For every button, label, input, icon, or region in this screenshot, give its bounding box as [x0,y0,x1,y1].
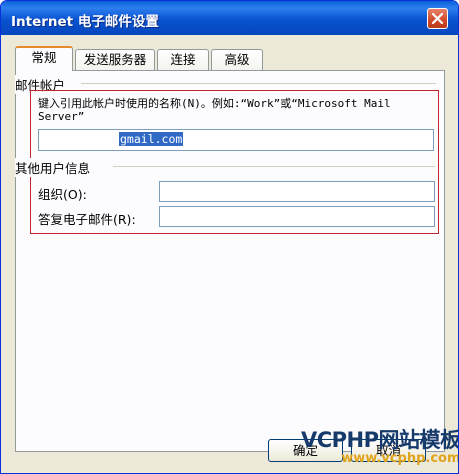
tab-panel-general: 邮件帐户 键入引用此帐户时使用的名称(N)。例如:“Work”或“Microso… [15,70,445,452]
account-name-input[interactable]: gmail.com [38,129,434,151]
close-button[interactable] [427,8,448,29]
watermark: VCPHP网站模板 www.vcphp.com [301,428,459,466]
reply-email-label: 答复电子邮件(R): [38,212,136,227]
dialog-window: Internet 电子邮件设置 常规 发送服务器 连接 高级 邮件帐户 键入引用… [0,0,459,474]
group-divider [81,83,436,84]
organization-label: 组织(O): [38,187,87,202]
tab-connection[interactable]: 连接 [157,49,209,70]
watermark-url: www.vcphp.com [341,451,459,466]
reply-email-input[interactable] [159,206,435,227]
group-divider [113,166,435,167]
tab-general[interactable]: 常规 [15,46,73,71]
account-name-value: gmail.com [119,132,184,146]
organization-input[interactable] [159,181,435,202]
watermark-text: VCPHP网站模板 [301,428,459,452]
title-bar[interactable]: Internet 电子邮件设置 [1,1,458,35]
tab-outgoing-server[interactable]: 发送服务器 [75,49,155,70]
window-title: Internet 电子邮件设置 [11,14,159,30]
other-info-group-label: 其他用户信息 [15,158,95,177]
tab-advanced[interactable]: 高级 [211,49,263,70]
account-name-instruction: 键入引用此帐户时使用的名称(N)。例如:“Work”或“Microsoft Ma… [38,97,391,123]
close-icon [432,13,443,24]
